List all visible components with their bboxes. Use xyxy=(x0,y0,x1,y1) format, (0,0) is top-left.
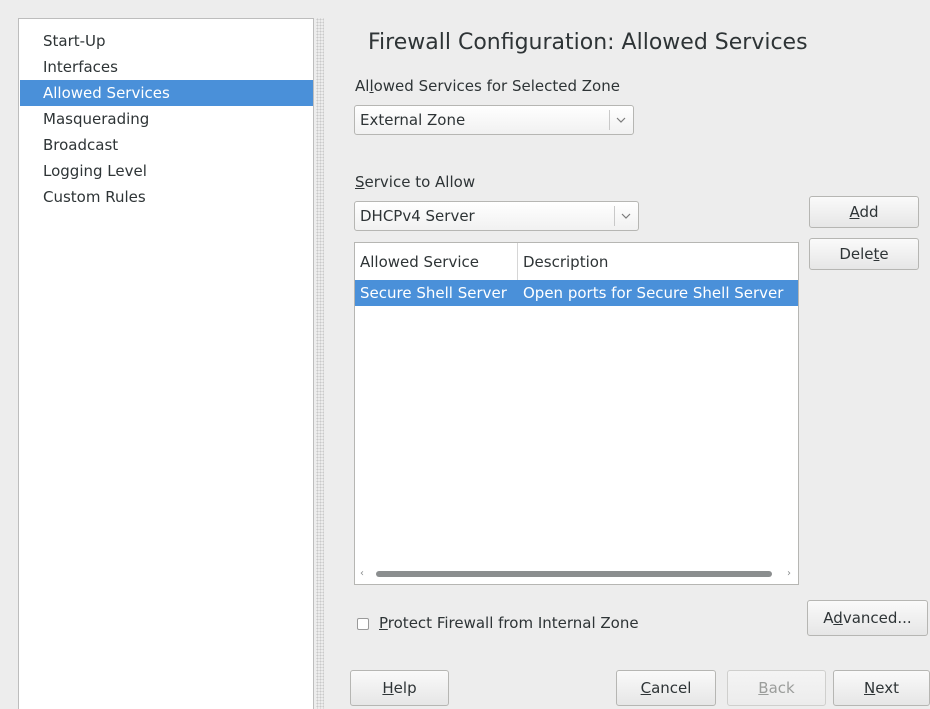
page-title: Firewall Configuration: Allowed Services xyxy=(368,30,808,55)
sidebar-item-start-up[interactable]: Start-Up xyxy=(20,28,313,54)
protect-firewall-label[interactable]: Protect Firewall from Internal Zone xyxy=(379,614,639,632)
sidebar-item-logging-level[interactable]: Logging Level xyxy=(20,158,313,184)
advanced-button[interactable]: Advanced... xyxy=(807,600,928,636)
scrollbar-thumb[interactable] xyxy=(376,571,772,577)
scroll-left-arrow-icon[interactable]: ‹ xyxy=(360,567,364,581)
add-button[interactable]: Add xyxy=(809,196,919,228)
service-label: Service to Allow xyxy=(355,173,476,191)
zone-label: Allowed Services for Selected Zone xyxy=(355,77,620,95)
cell-allowed-service: Secure Shell Server xyxy=(360,284,507,302)
allowed-services-table: Allowed Service Description Secure Shell… xyxy=(354,242,799,585)
column-header-description[interactable]: Description xyxy=(523,243,608,281)
sidebar-item-interfaces[interactable]: Interfaces xyxy=(20,54,313,80)
column-header-allowed-service[interactable]: Allowed Service xyxy=(360,243,479,281)
service-select-value: DHCPv4 Server xyxy=(360,207,475,225)
next-button[interactable]: Next xyxy=(833,670,930,706)
protect-firewall-checkbox[interactable] xyxy=(357,618,369,630)
back-button[interactable]: Back xyxy=(727,670,826,706)
cancel-button[interactable]: Cancel xyxy=(616,670,716,706)
table-row[interactable]: Secure Shell Server Open ports for Secur… xyxy=(355,280,798,306)
chevron-down-icon xyxy=(614,111,628,129)
pane-resize-handle[interactable] xyxy=(316,18,324,709)
cell-description: Open ports for Secure Shell Server xyxy=(523,284,784,302)
sidebar-item-masquerading[interactable]: Masquerading xyxy=(20,106,313,132)
help-button[interactable]: Help xyxy=(350,670,449,706)
sidebar-nav: Start-Up Interfaces Allowed Services Mas… xyxy=(18,18,314,709)
chevron-down-icon xyxy=(619,207,633,225)
delete-button[interactable]: Delete xyxy=(809,238,919,270)
zone-select[interactable]: External Zone xyxy=(354,105,634,135)
horizontal-scrollbar[interactable]: ‹ › xyxy=(355,564,798,584)
sidebar-item-custom-rules[interactable]: Custom Rules xyxy=(20,184,313,210)
zone-select-value: External Zone xyxy=(360,111,466,129)
sidebar-item-broadcast[interactable]: Broadcast xyxy=(20,132,313,158)
sidebar-item-allowed-services[interactable]: Allowed Services xyxy=(20,80,313,106)
scroll-right-arrow-icon[interactable]: › xyxy=(787,567,791,581)
service-select[interactable]: DHCPv4 Server xyxy=(354,201,639,231)
